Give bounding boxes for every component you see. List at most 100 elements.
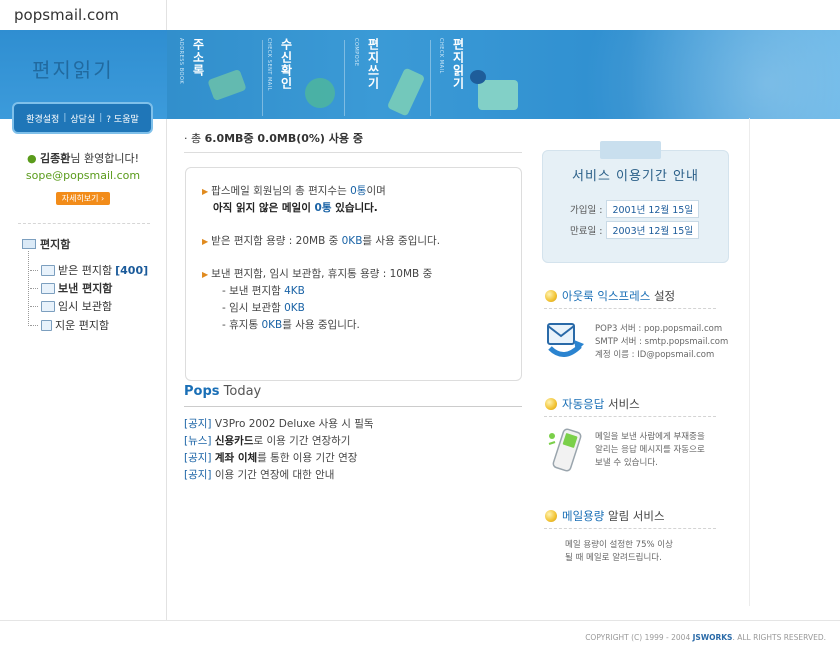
greeting: 님 환영합니다! bbox=[70, 152, 140, 165]
info-text: 팝스메일 회원님의 총 편지수는 bbox=[211, 185, 351, 197]
divider bbox=[544, 308, 716, 309]
sent-used: 4KB bbox=[284, 285, 305, 297]
info-text: 를 사용 중입니다. bbox=[282, 319, 360, 331]
menu-address-book[interactable]: ADDRESS BOOK 주소록 bbox=[170, 30, 207, 119]
capacity-alert-heading[interactable]: 메일용량 알림 서비스 bbox=[545, 508, 665, 524]
smtp-server: SMTP 서버 : smtp.popsmail.com bbox=[595, 337, 729, 347]
menu-sub-label: ADDRESS BOOK bbox=[178, 38, 184, 85]
pen-icon bbox=[386, 67, 426, 117]
unread-count: 0통 bbox=[314, 202, 332, 214]
divider bbox=[544, 416, 716, 417]
user-email: sope@popsmail.com bbox=[25, 169, 141, 182]
menu-label: 주소록 bbox=[191, 38, 205, 77]
folder-label: 임시 보관함 bbox=[58, 300, 113, 313]
mobile-phone-icon bbox=[548, 428, 582, 472]
outlook-express-icon bbox=[547, 323, 584, 357]
account-name: 계정 이름 : ID@popsmail.com bbox=[595, 350, 715, 360]
bullet-icon: ▶ bbox=[202, 237, 209, 246]
box-tab bbox=[600, 141, 661, 159]
folder-inbox[interactable]: 받은 편지함 [400] bbox=[30, 262, 148, 278]
at-sign-icon bbox=[305, 78, 335, 108]
folder-drafts[interactable]: 임시 보관함 bbox=[30, 298, 112, 314]
news-item[interactable]: [공지] 계좌 이체를 통한 이용 기간 연장 bbox=[184, 450, 374, 467]
bullet-icon bbox=[545, 510, 557, 522]
menu-check-sent[interactable]: CHECK SENT MAIL 수신확인 bbox=[258, 30, 295, 119]
folder-label: 보낸 편지함 bbox=[58, 282, 113, 295]
site-logo[interactable]: popsmail.com bbox=[14, 6, 119, 24]
user-icon: ● bbox=[26, 152, 37, 165]
inbox-icon bbox=[41, 264, 55, 276]
info-inbox: ▶ 받은 편지함 용량 : 20MB 중 0KB를 사용 중입니다. bbox=[202, 233, 505, 250]
menu-check-mail[interactable]: CHECK MAIL 편지읽기 bbox=[430, 30, 467, 119]
end-date: 2003년 12월 15일 bbox=[606, 221, 700, 239]
end-label: 만료일 : bbox=[570, 226, 603, 237]
join-date: 2001년 12월 15일 bbox=[606, 200, 700, 218]
detail-button[interactable]: 자세히보기 › bbox=[56, 192, 110, 205]
divider bbox=[544, 528, 716, 529]
info-text: 받은 편지함 용량 : 20MB 중 bbox=[211, 235, 342, 247]
usage-text: 6.0MB중 0.0MB(0%) 사용 중 bbox=[204, 132, 363, 145]
bullet-icon bbox=[545, 398, 557, 410]
folder-count: [400] bbox=[115, 263, 149, 277]
bullet-icon: ▶ bbox=[202, 270, 209, 279]
footer-divider bbox=[0, 620, 840, 621]
info-text: - 임시 보관함 bbox=[222, 302, 285, 314]
inbox-used: 0KB bbox=[341, 235, 363, 247]
menu-sub-label: CHECK SENT MAIL bbox=[266, 38, 272, 91]
divider bbox=[184, 406, 522, 407]
divider bbox=[18, 223, 150, 224]
menu-label: 편지쓰기 bbox=[366, 38, 380, 90]
help-link[interactable]: ? 도움말 bbox=[106, 112, 138, 125]
heading-text: Today bbox=[219, 384, 262, 399]
info-text: - 휴지통 bbox=[222, 319, 262, 331]
folder-root-label: 편지함 bbox=[40, 238, 71, 251]
heart-icon bbox=[470, 70, 486, 84]
trash-icon bbox=[41, 319, 52, 331]
news-item[interactable]: [뉴스] 신용카드로 이용 기간 연장하기 bbox=[184, 433, 374, 450]
folder-label: 지운 편지함 bbox=[55, 319, 110, 332]
bullet-icon: ▶ bbox=[202, 187, 209, 196]
info-text: - 보낸 편지함 bbox=[222, 285, 285, 297]
brand-text: Pops bbox=[184, 384, 220, 399]
news-item[interactable]: [공지] V3Pro 2002 Deluxe 사용 시 필독 bbox=[184, 416, 374, 433]
tree-line bbox=[28, 251, 29, 326]
welcome-line: ● 김종환님 환영합니다! bbox=[18, 150, 148, 166]
card-icon bbox=[207, 68, 247, 102]
envelope-icon bbox=[478, 80, 518, 110]
utility-menu: 환경설정 | 상담실 | ? 도움말 bbox=[12, 102, 153, 134]
folder-sent[interactable]: 보낸 편지함 bbox=[30, 280, 112, 296]
info-text: 보낸 편지함, 임시 보관함, 휴지통 용량 : 10MB 중 bbox=[211, 268, 433, 280]
info-others: ▶ 보낸 편지함, 임시 보관함, 휴지통 용량 : 10MB 중 - 보낸 편지… bbox=[202, 266, 505, 334]
folder-trash[interactable]: 지운 편지함 bbox=[30, 317, 109, 333]
info-text: 아직 읽지 않은 메일이 bbox=[212, 202, 315, 214]
bullet-icon bbox=[545, 290, 557, 302]
mailbox-info-box: ▶ 팝스메일 회원님의 총 편지수는 0통이며 아직 읽지 않은 메일이 0통 있… bbox=[185, 167, 522, 381]
menu-label: 수신확인 bbox=[279, 38, 293, 90]
end-date-row: 만료일 : 2003년 12월 15일 bbox=[570, 221, 700, 239]
settings-link[interactable]: 환경설정 bbox=[26, 112, 59, 125]
autoreply-description: 메일을 보낸 사람에게 부재중을 알리는 응답 메시지를 자동으로 보낼 수 있… bbox=[595, 432, 705, 468]
pop3-server: POP3 서버 : pop.popsmail.com bbox=[595, 324, 723, 334]
right-divider bbox=[749, 118, 750, 606]
drafts-icon bbox=[41, 300, 55, 312]
folder-icon bbox=[22, 239, 36, 249]
service-period-title: 서비스 이용기간 안내 bbox=[572, 169, 699, 184]
menu-label: 편지읽기 bbox=[451, 38, 465, 90]
total-count: 0통 bbox=[350, 185, 367, 197]
divider: | bbox=[99, 113, 103, 123]
menu-compose[interactable]: COMPOSE 편지쓰기 bbox=[345, 30, 382, 119]
autoreply-heading[interactable]: 자동응답 서비스 bbox=[545, 396, 640, 412]
info-text: 를 사용 중입니다. bbox=[362, 235, 441, 247]
join-date-row: 가입일 : 2001년 12월 15일 bbox=[570, 200, 700, 218]
folder-root[interactable]: 편지함 bbox=[22, 236, 70, 252]
capacity-alert-description: 메일 용량이 설정한 75% 이상 될 때 메일로 알려드립니다. bbox=[565, 540, 673, 563]
news-list: [공지] V3Pro 2002 Deluxe 사용 시 필독 [뉴스] 신용카드… bbox=[184, 416, 374, 484]
outlook-heading[interactable]: 아웃룩 익스프레스 설정 bbox=[545, 288, 675, 304]
banner-decoration bbox=[470, 30, 840, 119]
news-item[interactable]: [공지] 이용 기간 연장에 대한 안내 bbox=[184, 467, 374, 484]
divider: | bbox=[63, 113, 67, 123]
banner-title: 편지읽기 bbox=[32, 58, 114, 82]
usage-summary: · 총 6.0MB중 0.0MB(0%) 사용 중 bbox=[184, 130, 363, 146]
support-link[interactable]: 상담실 bbox=[70, 112, 95, 125]
footer-copyright: COPYRIGHT (C) 1999 - 2004 JSWORKS. ALL R… bbox=[585, 633, 826, 642]
